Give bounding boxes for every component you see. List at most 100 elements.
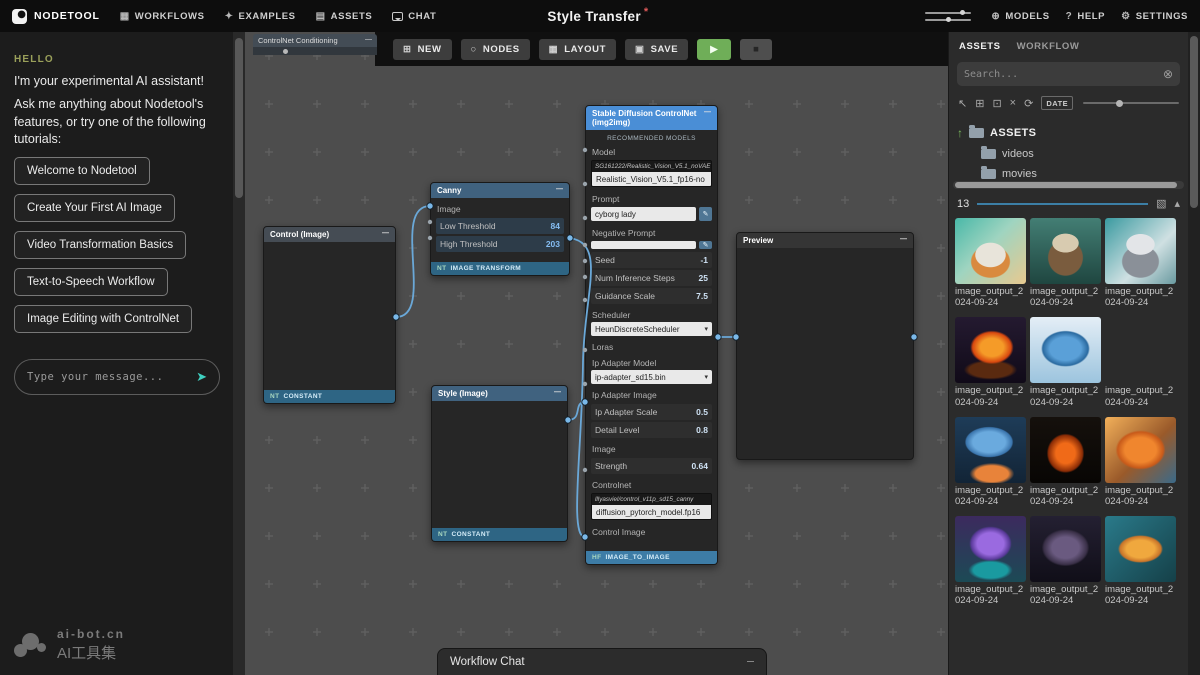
prompt-input[interactable]: cyborg lady [591,207,696,221]
negative-prompt-input[interactable] [591,241,696,249]
deselect-icon[interactable]: × [1010,97,1016,109]
tutorial-button-tts[interactable]: Text-to-Speech Workflow [14,268,168,296]
thumbnail-size-slider[interactable] [1083,102,1179,104]
add-folder-icon[interactable]: ⊞ [975,97,984,110]
asset-thumbnail[interactable]: image_output_2024-09-24 [955,516,1026,606]
left-panel-scrollbar[interactable] [233,32,245,675]
asset-thumbnail[interactable]: image_output_2024-09-24 [1030,417,1101,507]
node-header[interactable]: ControlNet Conditioning — [253,34,377,47]
slider-track[interactable] [925,19,971,21]
slider-track[interactable] [925,12,971,14]
controlnet-file[interactable]: diffusion_pytorch_model.fp16 [592,505,711,519]
field-num-inference-steps[interactable]: Num Inference Steps 25 [591,270,712,286]
edit-negative-prompt-icon[interactable]: ✎ [699,241,712,249]
minimize-icon[interactable]: — [747,658,754,666]
field-high-threshold[interactable]: High Threshold 203 [436,236,564,252]
save-button[interactable]: ▣ SAVE [625,39,688,60]
scrollbar-thumb[interactable] [1190,36,1198,208]
asset-thumbnail[interactable]: image_output_2024-09-24 [1105,516,1176,606]
model-select[interactable]: SG161222/Realistic_Vision_V5.1_noVAE Rea… [591,160,712,187]
workflow-chat-panel[interactable]: Workflow Chat — [437,648,767,675]
tree-item-assets[interactable]: ↑ ASSETS [955,122,1182,144]
node-stable-diffusion-controlnet[interactable]: Stable Diffusion ControlNet (img2img) — … [585,105,718,565]
minimize-icon[interactable]: — [365,36,372,44]
nodes-button[interactable]: ○ NODES [461,39,530,60]
node-header[interactable]: Style (Image) — [432,386,567,401]
view-mode-icon[interactable]: ▧ [1156,197,1166,210]
minimize-icon[interactable]: — [704,109,711,117]
node-header[interactable]: Preview — [737,233,913,248]
asset-thumbnail[interactable]: image_output_2024-09-24 [955,317,1026,407]
asset-thumbnail[interactable]: image_output_2024-09-24 [1030,317,1101,407]
collapse-section-icon[interactable]: ▴ [1174,197,1180,210]
node-style-image[interactable]: Style (Image) — NT CONSTANT [431,385,568,542]
model-file[interactable]: Realistic_Vision_V5.1_fp16-no [592,172,711,186]
stop-workflow-button[interactable]: ■ [740,39,772,60]
tab-assets[interactable]: ASSETS [959,41,1001,52]
run-workflow-button[interactable]: ▶ [697,39,731,60]
tree-item-videos[interactable]: videos [955,144,1182,164]
asset-thumbnail[interactable]: image_output_2024-09-24 [1030,516,1101,606]
minimize-icon[interactable]: — [900,236,907,244]
nav-workflows[interactable]: ▦ WORKFLOWS [120,11,205,22]
tree-horizontal-scrollbar[interactable] [953,181,1184,189]
field-seed[interactable]: Seed -1 [591,252,712,268]
field-low-threshold[interactable]: Low Threshold 84 [436,218,564,234]
scrollbar-thumb[interactable] [235,38,243,198]
node-preview[interactable]: Preview — [736,232,914,460]
nav-settings[interactable]: ⚙ SETTINGS [1121,11,1188,22]
field-strength[interactable]: Strength 0.64 [591,458,712,474]
slider-knob[interactable] [283,49,288,54]
node-canvas[interactable]: ControlNet Conditioning — ⊞ NEW ○ NODES … [245,32,948,675]
assistant-message-input[interactable] [27,371,188,383]
tab-workflow[interactable]: WORKFLOW [1017,41,1080,52]
panel-size-sliders[interactable] [925,12,971,21]
nav-help[interactable]: ? HELP [1066,11,1105,22]
layout-button[interactable]: ▦ LAYOUT [539,39,616,60]
node-header[interactable]: Canny — [431,183,569,198]
slider-knob[interactable] [1116,100,1123,107]
minimize-icon[interactable]: — [554,389,561,397]
select-all-icon[interactable]: ⊡ [992,97,1001,110]
main-vertical-scrollbar[interactable] [1188,32,1200,675]
minimize-icon[interactable]: — [382,230,389,238]
send-icon[interactable]: ➤ [196,369,207,385]
node-control-image[interactable]: Control (Image) — NT CONSTANT [263,226,396,404]
asset-thumbnail[interactable]: image_output_2024-09-24 [1030,218,1101,308]
controlnet-select[interactable]: lllyasviel/control_v11p_sd15_canny diffu… [591,493,712,520]
sort-by-date-button[interactable]: DATE [1041,96,1073,110]
refresh-icon[interactable]: ⟳ [1024,97,1033,110]
clear-search-icon[interactable]: ⊗ [1163,67,1173,81]
recommended-models-link[interactable]: RECOMMENDED MODELS [591,132,712,143]
nav-examples[interactable]: ✦ EXAMPLES [225,11,296,22]
tutorial-button-video[interactable]: Video Transformation Basics [14,231,186,259]
tutorial-button-first-image[interactable]: Create Your First AI Image [14,194,175,222]
select-tool-icon[interactable]: ↖ [958,97,967,110]
scheduler-select[interactable]: HeunDiscreteScheduler ▾ [591,322,712,336]
tutorial-button-welcome[interactable]: Welcome to Nodetool [14,157,150,185]
field-detail-level[interactable]: Detail Level 0.8 [591,422,712,438]
asset-thumbnail[interactable]: image_output_2024-09-24 [955,218,1026,308]
nav-assets[interactable]: ▤ ASSETS [316,11,373,22]
ip-adapter-model-select[interactable]: ip-adapter_sd15.bin ▾ [591,370,712,384]
asset-thumbnail[interactable]: image_output_2024-09-24 [1105,417,1176,507]
asset-thumbnail[interactable]: image_output_2024-09-24 [955,417,1026,507]
tutorial-button-controlnet[interactable]: Image Editing with ControlNet [14,305,192,333]
minimize-icon[interactable]: — [556,186,563,194]
node-header[interactable]: Stable Diffusion ControlNet (img2img) — [586,106,717,130]
field-guidance-scale[interactable]: Guidance Scale 7.5 [591,288,712,304]
scrollbar-thumb[interactable] [955,182,1177,188]
node-canny[interactable]: Canny — Image Low Threshold 84 High Thre… [430,182,570,276]
upload-icon[interactable]: ↑ [957,126,963,140]
edit-prompt-icon[interactable]: ✎ [699,207,712,221]
new-button[interactable]: ⊞ NEW [393,39,452,60]
nodetool-logo[interactable]: NODETOOL [12,9,100,24]
node-controlnet-conditioning[interactable]: ControlNet Conditioning — [253,34,377,55]
field-ip-adapter-scale[interactable]: Ip Adapter Scale 0.5 [591,404,712,420]
node-header[interactable]: Control (Image) — [264,227,395,242]
nav-chat[interactable]: CHAT [392,11,436,22]
asset-thumbnail[interactable]: image_output_2024-09-24 [1105,218,1176,308]
search-input[interactable] [964,69,1158,80]
nav-models[interactable]: ⊕ MODELS [991,11,1049,22]
asset-thumbnail[interactable]: image_output_2024-09-24 [1105,317,1176,407]
